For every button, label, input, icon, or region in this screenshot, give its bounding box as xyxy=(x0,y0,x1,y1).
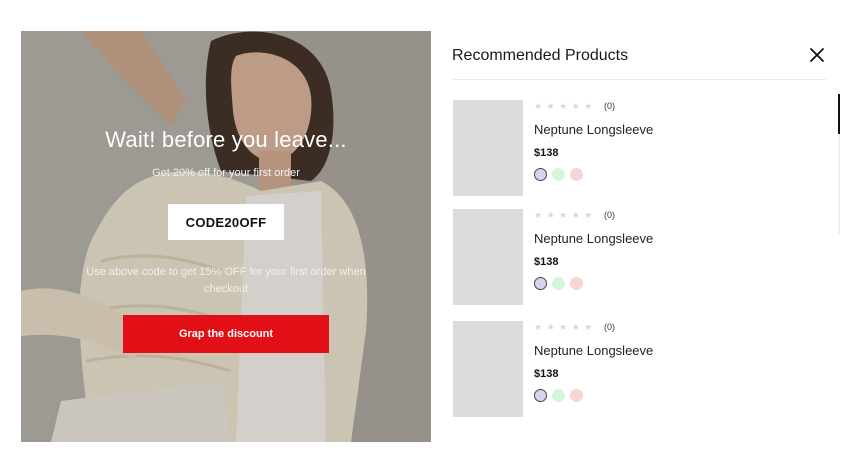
product-image[interactable] xyxy=(453,321,523,417)
review-count: (0) xyxy=(604,322,615,332)
swatch-mint[interactable] xyxy=(552,168,565,181)
promo-panel: Wait! before you leave... Get 20% off fo… xyxy=(21,31,431,442)
rating-stars: ★ ★ ★ ★ ★ xyxy=(534,101,594,111)
product-name[interactable]: Neptune Longsleeve xyxy=(534,231,653,246)
swatch-pink[interactable] xyxy=(570,168,583,181)
scrollbar-thumb[interactable] xyxy=(838,94,840,134)
product-name[interactable]: Neptune Longsleeve xyxy=(534,122,653,137)
rating-stars: ★ ★ ★ ★ ★ xyxy=(534,210,594,220)
close-button[interactable] xyxy=(808,46,826,64)
product-name[interactable]: Neptune Longsleeve xyxy=(534,343,653,358)
product-price: $138 xyxy=(534,368,559,380)
swatch-lavender[interactable] xyxy=(534,168,547,181)
recommended-header: Recommended Products xyxy=(452,47,826,80)
swatch-pink[interactable] xyxy=(570,389,583,402)
color-swatches xyxy=(534,168,583,181)
promo-subtitle: Get 20% off for your first order xyxy=(152,167,300,179)
product-card[interactable]: ★ ★ ★ ★ ★ (0) Neptune Longsleeve $138 xyxy=(453,209,833,305)
coupon-code[interactable]: CODE20OFF xyxy=(168,204,284,240)
swatch-pink[interactable] xyxy=(570,277,583,290)
close-icon xyxy=(810,48,824,62)
promo-title: Wait! before you leave... xyxy=(105,127,347,152)
swatch-mint[interactable] xyxy=(552,389,565,402)
product-price: $138 xyxy=(534,256,559,268)
color-swatches xyxy=(534,389,583,402)
swatch-lavender[interactable] xyxy=(534,389,547,402)
swatch-mint[interactable] xyxy=(552,277,565,290)
grab-discount-button[interactable]: Grap the discount xyxy=(123,315,329,353)
recommended-title: Recommended Products xyxy=(452,47,629,64)
product-image[interactable] xyxy=(453,100,523,196)
product-card[interactable]: ★ ★ ★ ★ ★ (0) Neptune Longsleeve $138 xyxy=(453,321,833,417)
swatch-lavender[interactable] xyxy=(534,277,547,290)
product-image[interactable] xyxy=(453,209,523,305)
product-price: $138 xyxy=(534,147,559,159)
promo-note: Use above code to get 15% OFF for your f… xyxy=(86,266,366,295)
color-swatches xyxy=(534,277,583,290)
scrollbar[interactable] xyxy=(838,94,840,234)
review-count: (0) xyxy=(604,210,615,220)
rating-stars: ★ ★ ★ ★ ★ xyxy=(534,322,594,332)
exit-intent-popup: Wait! before you leave... Get 20% off fo… xyxy=(21,31,841,442)
recommended-products-panel: Recommended Products ★ ★ ★ ★ ★ (0) Neptu… xyxy=(431,31,841,442)
product-card[interactable]: ★ ★ ★ ★ ★ (0) Neptune Longsleeve $138 xyxy=(453,100,833,196)
review-count: (0) xyxy=(604,101,615,111)
